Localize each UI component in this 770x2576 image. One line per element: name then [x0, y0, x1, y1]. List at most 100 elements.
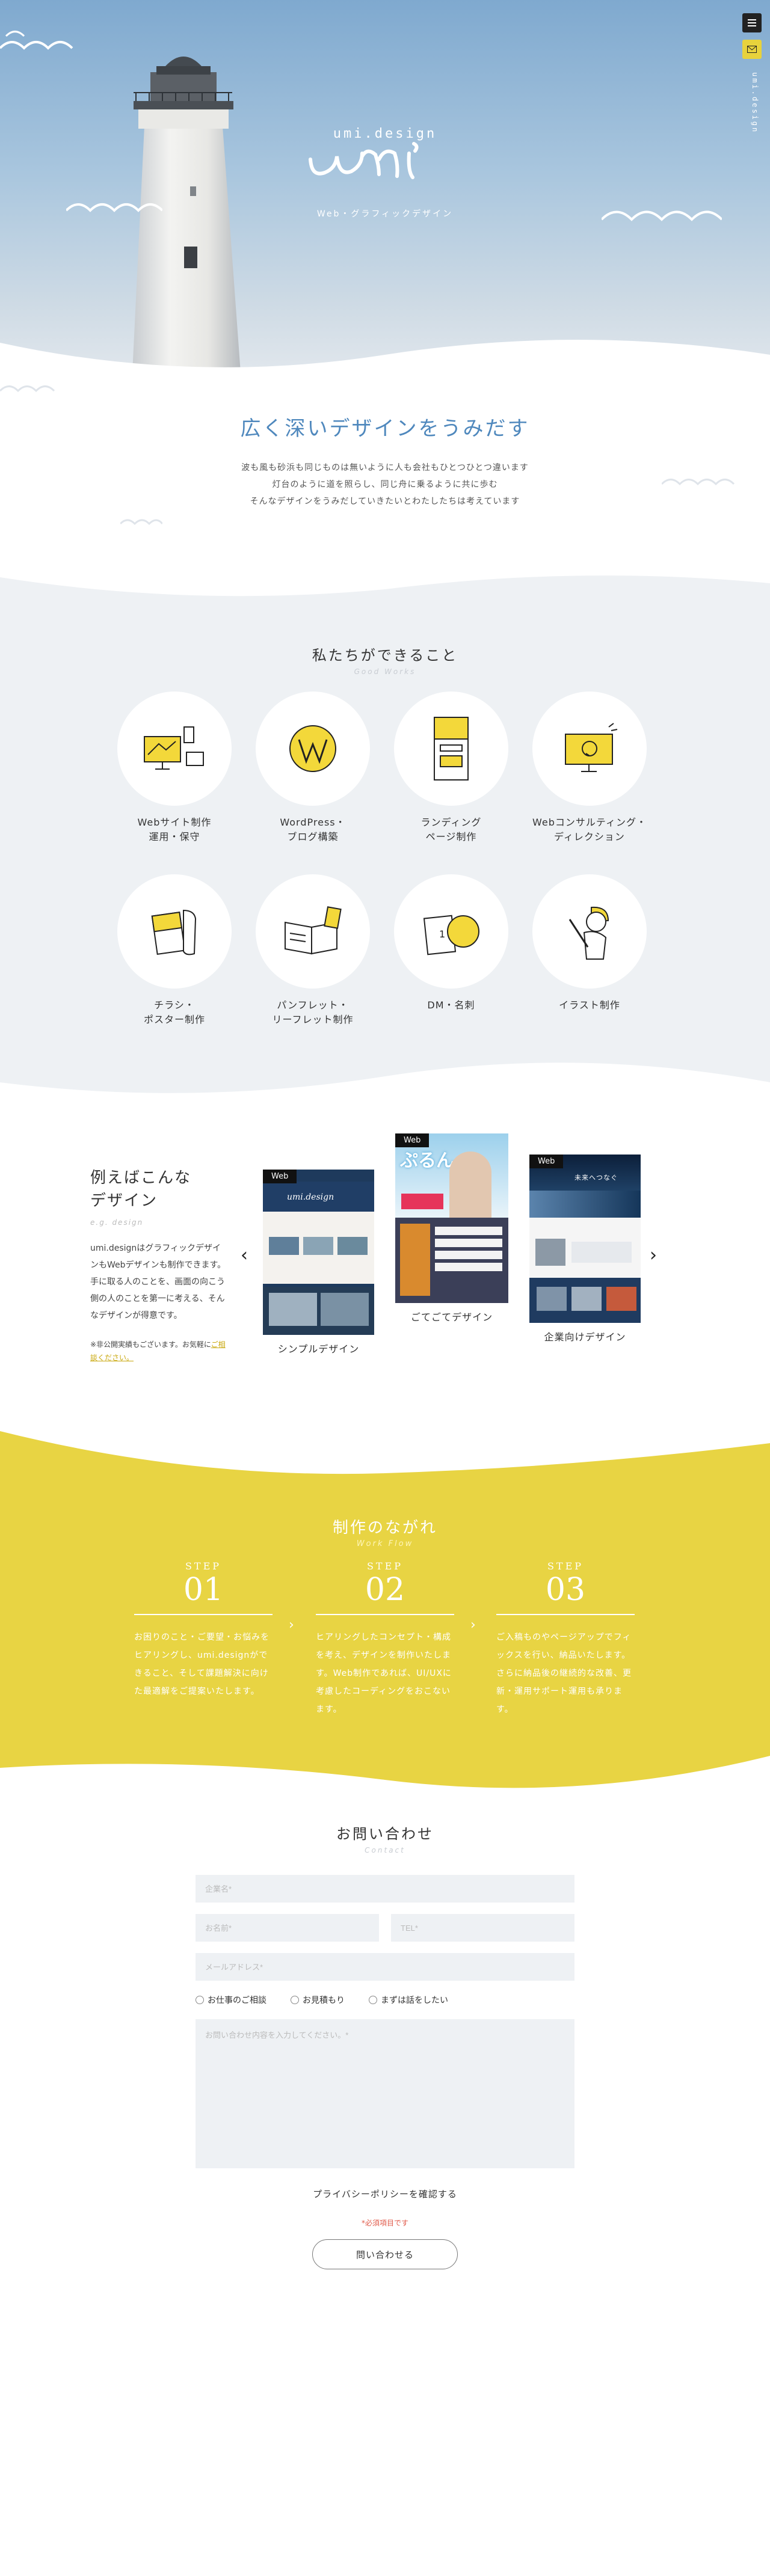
company-field[interactable]: [196, 1875, 574, 1903]
radio-label: まずは話をしたい: [381, 1996, 448, 2005]
email-field[interactable]: [196, 1953, 574, 1981]
example-tag: Web: [263, 1170, 297, 1183]
example-screenshot: ぷるん: [395, 1133, 508, 1303]
name-field[interactable]: [196, 1914, 379, 1942]
example-tag: Web: [395, 1133, 430, 1147]
hero-logo: umi.design Web・グラフィックデザイン: [295, 126, 475, 219]
business-card-icon: 1: [423, 915, 479, 955]
contact-title: お問い合わせ: [336, 1826, 434, 1842]
radio-label: お見積もり: [303, 1996, 345, 2005]
example-hero-text: ぷるん: [400, 1150, 454, 1171]
radio-button[interactable]: [369, 1996, 377, 2004]
service-label: DM・名刺: [427, 999, 475, 1011]
flow-title: 制作のながれ: [332, 1519, 437, 1537]
chevron-right-icon: ›: [470, 1618, 476, 1633]
example-card[interactable]: umi.design Web シンプルデザイン: [263, 1170, 374, 1355]
wave-decoration: [120, 519, 162, 526]
service-item[interactable]: Webコンサルティング・ ディレクション: [532, 692, 647, 844]
examples-title: 例えばこんな デザイン: [90, 1169, 192, 1210]
intro-title: 広く深いデザインをうみだす: [240, 417, 530, 441]
services-section: 私たちができること Good Works Webサイト制作 運用・保守 Word…: [0, 565, 770, 1106]
tel-field[interactable]: [391, 1914, 574, 1942]
example-caption: 企業向けデザイン: [544, 1331, 626, 1343]
service-circle: [117, 692, 232, 806]
service-circle: [394, 692, 508, 806]
mail-button[interactable]: [742, 40, 762, 59]
examples-description: umi.designはグラフィックデザインもWebデザインも制作できます。手に取…: [90, 1244, 226, 1320]
flow-step: STEP 03 ご入稿ものやページアップでフィックスを行い、納品いたします。さら…: [496, 1560, 635, 1719]
message-field[interactable]: [196, 2019, 574, 2168]
service-label: チラシ・ ポスター制作: [143, 999, 205, 1025]
inquiry-type-radios: お仕事のご相談 お見積もり まずは話をしたい: [196, 1994, 448, 2006]
privacy-policy-link[interactable]: プライバシーポリシーを確認する: [0, 2188, 770, 2200]
examples-subtitle: e.g. design: [90, 1218, 144, 1227]
step-text: お困りのこと・ご要望・お悩みをヒアリングし、umi.designができること、そ…: [134, 1633, 270, 1696]
example-card[interactable]: 未来へつなぐ Web 企業向けデザイン: [529, 1155, 641, 1343]
contact-section: お問い合わせ Contact お仕事のご相談 お見積もり まずは話をしたい プラ…: [0, 1804, 770, 2576]
side-nav: umi.design: [736, 0, 770, 144]
hero-section: umi.design Web・グラフィックデザイン umi.design: [0, 0, 770, 385]
service-item[interactable]: パンフレット・ リーフレット制作: [256, 874, 370, 1027]
wave-decoration: [0, 31, 73, 50]
example-caption: シンプルデザイン: [277, 1343, 360, 1355]
flow-subtitle: Work Flow: [356, 1539, 414, 1548]
example-caption: ごてごてデザイン: [410, 1311, 493, 1323]
service-label: WordPress・ ブログ構築: [280, 817, 346, 842]
hero-wave-divider: [0, 340, 770, 385]
wave-decoration: [66, 203, 162, 212]
service-item[interactable]: イラスト制作: [532, 874, 647, 1027]
radio-button[interactable]: [196, 1996, 204, 2004]
service-circle: [256, 874, 370, 989]
examples-note: ※非公開実績もございます。お気軽にご相談ください。: [90, 1338, 229, 1364]
step-label: STEP: [185, 1560, 222, 1572]
radio-option[interactable]: まずは話をしたい: [369, 1994, 448, 2006]
step-number: 02: [316, 1572, 454, 1615]
examples-section: 例えばこんな デザイン e.g. design umi.designはグラフィッ…: [0, 1106, 770, 1431]
example-card[interactable]: ぷるん Web ごてごてデザイン: [395, 1133, 508, 1323]
services-grid: Webサイト制作 運用・保守 WordPress・ ブログ構築 ランディング ペ…: [117, 692, 653, 1027]
radio-option[interactable]: お仕事のご相談: [196, 1994, 266, 2006]
submit-button[interactable]: 問い合わせる: [312, 2239, 458, 2269]
service-label: パンフレット・ リーフレット制作: [272, 999, 354, 1025]
radio-label: お仕事のご相談: [208, 1996, 266, 2005]
example-screenshot: 未来へつなぐ: [529, 1155, 641, 1323]
example-tag: Web: [529, 1155, 564, 1168]
wave-decoration: [662, 479, 735, 486]
mail-icon: [747, 46, 757, 53]
services-subtitle: Good Works: [354, 667, 416, 676]
service-label: イラスト制作: [559, 999, 620, 1011]
example-hero-text: 未来へつなぐ: [574, 1174, 618, 1182]
step-label: STEP: [366, 1560, 404, 1572]
radio-option[interactable]: お見積もり: [291, 1994, 345, 2006]
illustration-icon: [568, 906, 609, 960]
brand-name: umi.design: [333, 126, 437, 141]
radio-button[interactable]: [291, 1996, 299, 2004]
service-item[interactable]: 1 DM・名刺: [394, 874, 508, 1027]
contact-subtitle: Contact: [365, 1846, 405, 1854]
carousel-next-arrow[interactable]: ›: [650, 1245, 657, 1266]
brand-tagline: Web・グラフィックデザイン: [316, 209, 454, 219]
service-circle: [256, 692, 370, 806]
example-screenshot: umi.design: [263, 1170, 374, 1335]
step-number: 03: [496, 1572, 635, 1615]
carousel-prev-arrow[interactable]: ‹: [241, 1245, 248, 1266]
examples-note-text: ※非公開実績もございます。お気軽に: [90, 1340, 211, 1349]
service-item[interactable]: Webサイト制作 運用・保守: [117, 692, 232, 844]
intro-text: 波も風も砂浜も同じものは無いように人も会社もひとつひとつ違います 灯台のように道…: [0, 459, 770, 510]
wave-decoration: [0, 385, 55, 393]
flow-section: 制作のながれ Work Flow STEP 01 お困りのこと・ご要望・お悩みを…: [0, 1431, 770, 1804]
services-title: 私たちができること: [312, 647, 458, 664]
service-item[interactable]: WordPress・ ブログ構築: [256, 692, 370, 844]
service-label: Webコンサルティング・ ディレクション: [532, 817, 647, 842]
wordpress-icon: [289, 725, 336, 772]
service-item[interactable]: チラシ・ ポスター制作: [117, 874, 232, 1027]
required-note: *必須項目です: [361, 2219, 408, 2227]
service-label: ランディング ページ制作: [420, 817, 482, 842]
menu-button[interactable]: [742, 13, 762, 32]
hamburger-menu-icon: [748, 22, 756, 23]
service-circle: [117, 874, 232, 989]
service-item[interactable]: ランディング ページ制作: [394, 692, 508, 844]
intro-line: そんなデザインをうみだしていきたいとわたしたちは考えています: [250, 497, 520, 506]
wave-decoration: [602, 210, 722, 221]
step-number: 01: [134, 1572, 273, 1615]
